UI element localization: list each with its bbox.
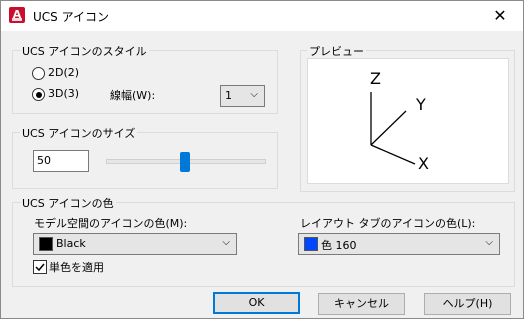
model-color-swatch xyxy=(39,237,53,251)
app-icon-bar xyxy=(12,18,22,21)
y-axis-label: Y xyxy=(415,95,426,114)
radio-2d-label[interactable]: 2D(2) xyxy=(48,66,79,79)
preview-label: プレビュー xyxy=(307,43,366,59)
chevron-down-icon: ⌵ xyxy=(250,89,258,100)
x-axis-line xyxy=(370,144,416,165)
cancel-button[interactable]: キャンセル xyxy=(318,293,405,315)
radio-2d[interactable] xyxy=(32,67,45,80)
line-width-select[interactable]: 1 ⌵ xyxy=(220,85,265,107)
help-button[interactable]: ヘルプ(H) xyxy=(424,293,511,315)
title-bar: A UCS アイコン ✕ xyxy=(1,1,523,31)
size-input-value: 50 xyxy=(37,154,51,167)
ucs-icon-dialog: A UCS アイコン ✕ UCS アイコンのスタイル 2D(2) 3D(3) 線… xyxy=(0,0,524,319)
ucs-preview-canvas: Z Y X xyxy=(307,58,509,184)
ucs-axes-drawing: Z Y X xyxy=(370,69,429,173)
size-group-label: UCS アイコンのサイズ xyxy=(20,125,138,141)
layout-color-swatch xyxy=(304,237,318,251)
radio-3d[interactable] xyxy=(32,88,45,101)
ok-button[interactable]: OK xyxy=(213,292,300,314)
style-group-label: UCS アイコンのスタイル xyxy=(20,43,149,59)
line-width-value: 1 xyxy=(225,89,232,102)
size-slider-thumb[interactable] xyxy=(180,152,190,172)
chevron-down-icon: ⌵ xyxy=(485,237,493,248)
model-color-label: モデル空間のアイコンの色(M): xyxy=(34,217,188,230)
radio-3d-label[interactable]: 3D(3) xyxy=(48,87,79,100)
color-group-label: UCS アイコンの色 xyxy=(20,195,116,211)
size-input[interactable]: 50 xyxy=(33,150,89,172)
z-axis-label: Z xyxy=(370,69,381,88)
autocad-app-icon: A xyxy=(9,7,25,23)
window-title: UCS アイコン xyxy=(33,10,109,24)
close-icon: ✕ xyxy=(493,6,507,25)
model-color-value: Black xyxy=(56,237,86,250)
chevron-down-icon: ⌵ xyxy=(222,237,230,248)
single-color-checkbox[interactable] xyxy=(33,260,47,274)
close-button[interactable]: ✕ xyxy=(477,1,523,31)
layout-color-value: 色 160 xyxy=(321,239,357,252)
x-axis-label: X xyxy=(418,154,429,173)
y-axis-line xyxy=(370,110,407,146)
line-width-label: 線幅(W): xyxy=(110,89,156,102)
checkmark-icon xyxy=(35,263,45,272)
layout-color-select[interactable]: 色 160 ⌵ xyxy=(298,233,500,255)
single-color-label[interactable]: 単色を適用 xyxy=(49,259,104,275)
layout-color-label: レイアウト タブのアイコンの色(L): xyxy=(300,217,476,230)
model-color-select[interactable]: Black ⌵ xyxy=(33,233,237,255)
